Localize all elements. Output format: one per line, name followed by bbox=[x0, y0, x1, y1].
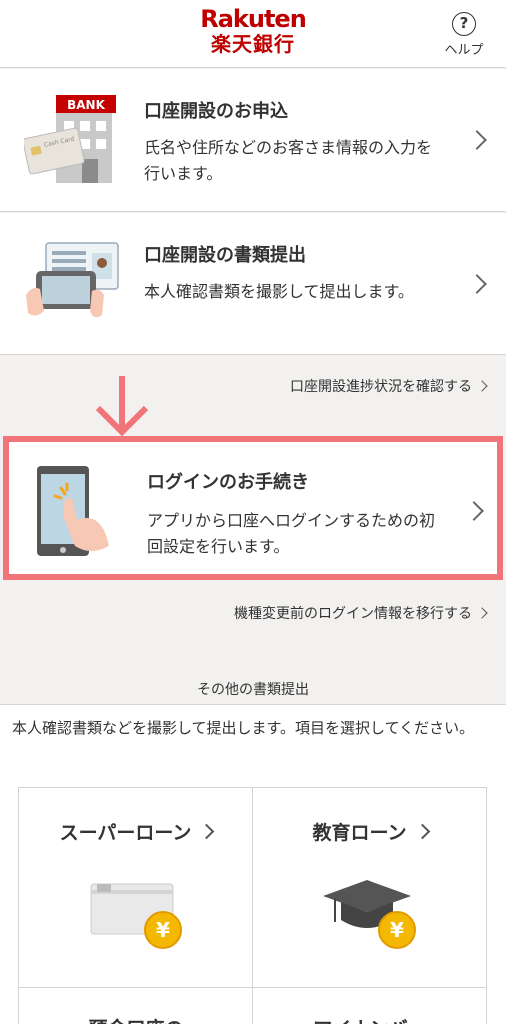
super-loan-tile[interactable]: スーパーローン ¥ bbox=[19, 788, 253, 988]
help-button[interactable]: ? ヘルプ bbox=[440, 12, 488, 58]
document-submission-desc: 本人確認書類を撮影して提出します。 bbox=[144, 282, 414, 301]
account-application-title: 口座開設のお申込 bbox=[144, 101, 288, 122]
education-loan-tile[interactable]: 教育ローン ¥ bbox=[253, 788, 487, 988]
chevron-right-icon bbox=[467, 274, 487, 294]
graduation-cap-yen-icon: ¥ bbox=[323, 880, 416, 949]
chevron-right-icon bbox=[414, 823, 430, 840]
card-yen-icon: ¥ bbox=[90, 883, 182, 949]
super-loan-label: スーパーローン bbox=[59, 822, 192, 844]
brand-jp: 楽天銀行 bbox=[211, 32, 295, 56]
document-type-grid: スーパーローン ¥ 教育ローン ¥ 預金口座の マイナンバー bbox=[18, 787, 487, 1024]
other-documents-intro: 本人確認書類などを撮影して提出します。項目を選択してください。 bbox=[12, 719, 475, 737]
phone-tap-icon bbox=[37, 466, 109, 556]
brand-en: Rakuten bbox=[200, 5, 307, 33]
bank-card-icon: BANK Cash Card bbox=[24, 95, 116, 183]
chevron-right-icon bbox=[464, 501, 484, 521]
other-documents-panel: 本人確認書類などを撮影して提出します。項目を選択してください。 スーパーローン … bbox=[0, 704, 506, 1024]
id-photo-icon bbox=[26, 242, 119, 318]
account-application-card[interactable]: BANK Cash Card 口座開設のお申込 氏名や住所などのお客さま情報の入… bbox=[0, 69, 506, 212]
other-documents-heading: その他の書類提出 bbox=[197, 682, 309, 698]
deposit-account-label: 預金口座の bbox=[19, 1014, 253, 1024]
my-number-tile[interactable]: マイナンバー bbox=[253, 988, 487, 1024]
chevron-right-icon bbox=[476, 380, 488, 392]
login-procedure-title: ログインのお手続き bbox=[147, 472, 309, 493]
education-loan-label: 教育ローン bbox=[312, 822, 407, 844]
yen-text: ¥ bbox=[390, 918, 404, 942]
account-application-desc: 氏名や住所などのお客さま情報の入力を行います。 bbox=[144, 138, 433, 183]
chevron-right-icon bbox=[476, 607, 488, 619]
progress-check-link[interactable]: 口座開設進捗状況を確認する bbox=[290, 376, 488, 396]
chevron-right-icon bbox=[467, 130, 487, 150]
my-number-label: マイナンバー bbox=[253, 1014, 487, 1024]
document-submission-title: 口座開設の書類提出 bbox=[144, 245, 306, 266]
bank-sign-text: BANK bbox=[67, 98, 105, 112]
yen-text: ¥ bbox=[156, 918, 170, 942]
login-procedure-card[interactable]: ログインのお手続き アプリから口座へログインするための初回設定を行います。 bbox=[3, 436, 503, 580]
help-label: ヘルプ bbox=[444, 43, 484, 58]
migrate-login-label: 機種変更前のログイン情報を移行する bbox=[234, 606, 472, 622]
rakuten-bank-logo: Rakuten 楽天銀行 bbox=[0, 6, 506, 56]
progress-check-label: 口座開設進捗状況を確認する bbox=[290, 379, 472, 395]
question-icon: ? bbox=[452, 12, 476, 36]
deposit-account-tile[interactable]: 預金口座の bbox=[19, 988, 253, 1024]
migrate-login-link[interactable]: 機種変更前のログイン情報を移行する bbox=[234, 603, 488, 623]
chevron-right-icon bbox=[199, 823, 215, 840]
document-submission-card[interactable]: 口座開設の書類提出 本人確認書類を撮影して提出します。 bbox=[0, 213, 506, 355]
down-arrow-icon bbox=[95, 376, 149, 437]
login-procedure-desc: アプリから口座へログインするための初回設定を行います。 bbox=[147, 511, 436, 556]
app-header: Rakuten 楽天銀行 ? ヘルプ bbox=[0, 0, 506, 68]
